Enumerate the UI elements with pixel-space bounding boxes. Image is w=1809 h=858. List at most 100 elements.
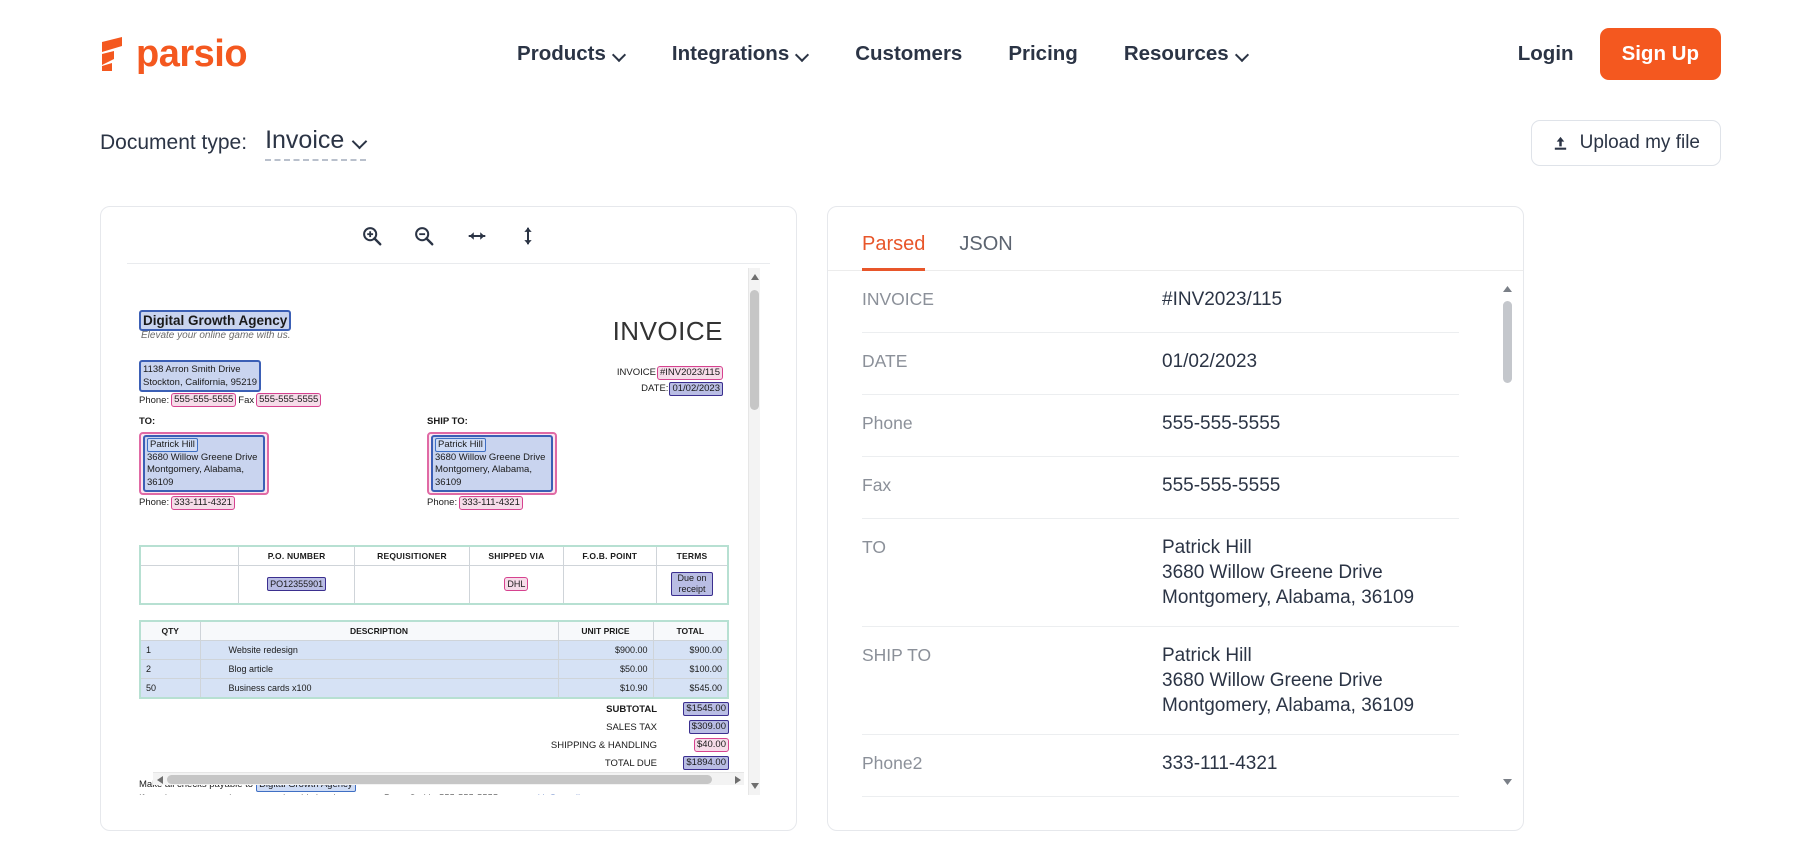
item-description: Business cards x100 [201, 681, 558, 695]
nav-label-customers: Customers [855, 42, 962, 66]
item-qty-cell: 1 [140, 641, 200, 660]
ship-to-street: 3680 Willow Greene Drive [435, 452, 549, 465]
shipped-via-value: DHL [504, 577, 528, 591]
fit-width-icon[interactable] [465, 227, 489, 245]
sender-city: Stockton, California, 95219 [143, 376, 257, 389]
upload-file-button[interactable]: Upload my file [1531, 120, 1721, 166]
invoice-company-name: Digital Growth Agency [139, 310, 291, 331]
ship-to-name: Patrick Hill [435, 438, 486, 452]
item-description: Website redesign [201, 643, 558, 657]
document-vertical-scrollbar[interactable] [748, 268, 760, 795]
upload-file-label: Upload my file [1580, 132, 1700, 154]
ship-to-heading: SHIP TO: [427, 416, 557, 429]
po-table-body-row: PO12355901 DHL Due on receipt [140, 566, 728, 604]
result-value: 555-555-5555 [1162, 411, 1280, 436]
document-canvas[interactable]: Digital Growth Agency Elevate your onlin… [127, 268, 760, 795]
item-qty-cell: 2 [140, 660, 200, 679]
items-header-row: QTY DESCRIPTION UNIT PRICE TOTAL [140, 621, 728, 641]
document-horizontal-scrollbar[interactable] [153, 772, 744, 785]
scroll-up-arrow-icon[interactable] [749, 270, 760, 284]
results-scrollbar[interactable] [1502, 283, 1513, 788]
result-row: TO Patrick Hill 3680 Willow Greene Drive… [862, 519, 1459, 627]
fit-height-icon[interactable] [519, 224, 537, 248]
result-key: Phone2 [862, 751, 1162, 776]
invoice-totals: SUBTOTAL $1545.00 SALES TAX $309.00 SHIP… [551, 700, 729, 772]
tab-json[interactable]: JSON [959, 233, 1012, 271]
nav-item-integrations[interactable]: Integrations [672, 42, 809, 66]
tab-parsed[interactable]: Parsed [862, 233, 925, 271]
item-unit-price: $10.90 [559, 681, 653, 695]
result-key: DATE [862, 349, 1162, 374]
sender-phone-value: 555-555-5555 [171, 393, 236, 407]
scroll-right-arrow-icon[interactable] [731, 773, 744, 786]
footer-email-link[interactable]: petersmith@email.com [503, 793, 600, 795]
result-key: SHIP TO [862, 643, 1162, 668]
results-scroll-thumb[interactable] [1503, 301, 1512, 383]
nav-item-products[interactable]: Products [517, 42, 626, 66]
ship-to-city: Montgomery, Alabama, 36109 [435, 464, 549, 489]
result-row: INVOICE #INV2023/115 [862, 271, 1459, 333]
results-scroll-down-icon[interactable] [1502, 776, 1513, 788]
item-qty: 1 [141, 643, 200, 657]
workspace: Digital Growth Agency Elevate your onlin… [0, 206, 1809, 831]
po-table-header-row: P.O. NUMBER REQUISITIONER SHIPPED VIA F.… [140, 546, 728, 566]
result-row: DATE 01/02/2023 [862, 333, 1459, 395]
upload-icon [1552, 135, 1569, 152]
po-number-value: PO12355901 [267, 577, 326, 591]
chevron-down-icon [353, 136, 366, 145]
signup-button[interactable]: Sign Up [1600, 28, 1721, 80]
zoom-out-icon[interactable] [413, 225, 435, 247]
ship-to-phone-value: 333-111-4321 [459, 496, 523, 510]
item-description: Blog article [201, 662, 558, 676]
results-scroll-area[interactable]: INVOICE #INV2023/115 DATE 01/02/2023 Pho… [828, 271, 1523, 806]
scroll-down-arrow-icon[interactable] [749, 779, 760, 793]
document-scroll-area: Digital Growth Agency Elevate your onlin… [127, 268, 770, 795]
sender-phone-label: Phone: [139, 394, 169, 407]
shipping-cell: $40.00 [667, 736, 729, 754]
nav-item-customers[interactable]: Customers [855, 42, 962, 66]
salestax-cell: $309.00 [667, 718, 729, 736]
result-row: SHIP TO Patrick Hill 3680 Willow Greene … [862, 627, 1459, 735]
po-cell-shipped-via: DHL [470, 566, 563, 604]
po-header-po-number: P.O. NUMBER [239, 546, 354, 566]
footer-contact-text: If you have any questions concerning thi… [139, 793, 503, 795]
po-cell-blank [140, 566, 239, 604]
nav-item-resources[interactable]: Resources [1124, 42, 1249, 66]
zoom-in-icon[interactable] [361, 225, 383, 247]
item-total: $545.00 [654, 681, 728, 695]
scroll-left-arrow-icon[interactable] [153, 773, 166, 786]
item-qty: 2 [141, 662, 200, 676]
item-description-cell: Business cards x100 [200, 679, 558, 698]
results-scroll-up-icon[interactable] [1502, 283, 1513, 295]
invoice-title: INVOICE [613, 316, 723, 347]
results-tabs: Parsed JSON [828, 207, 1523, 271]
invoice-tagline: Elevate your online game with us. [141, 330, 291, 341]
invoice-number-label: INVOICE [617, 366, 656, 380]
result-key: TO [862, 535, 1162, 560]
document-type-select[interactable]: Invoice [265, 126, 366, 161]
result-key: INVOICE [862, 287, 1162, 312]
main-navigation: Products Integrations Customers Pricing … [517, 42, 1249, 66]
result-key: Fax [862, 473, 1162, 498]
invoice-ship-to-block: SHIP TO: Patrick Hill 3680 Willow Greene… [427, 416, 557, 510]
salestax-label: SALES TAX [551, 718, 667, 736]
invoice-date-value: 01/02/2023 [669, 382, 723, 396]
invoice-bill-to-block: TO: Patrick Hill 3680 Willow Greene Driv… [139, 416, 269, 510]
items-row: 2 Blog article $50.00 $100.00 [140, 660, 728, 679]
sender-street: 1138 Arron Smith Drive [143, 363, 257, 376]
nav-item-pricing[interactable]: Pricing [1008, 42, 1078, 66]
result-row: Phone 555-555-5555 [862, 395, 1459, 457]
parsio-logo-mark [100, 35, 130, 73]
terms-value: Due on receipt [671, 572, 713, 596]
parsio-logo[interactable]: parsio [100, 35, 247, 73]
result-value: #INV2023/115 [1162, 287, 1282, 312]
bill-to-heading: TO: [139, 416, 269, 429]
login-link[interactable]: Login [1518, 42, 1574, 66]
item-description-cell: Website redesign [200, 641, 558, 660]
document-horizontal-scroll-thumb[interactable] [167, 775, 712, 784]
bill-to-city: Montgomery, Alabama, 36109 [147, 464, 261, 489]
invoice-number-value: #INV2023/115 [657, 366, 723, 380]
item-total: $900.00 [654, 643, 728, 657]
document-toolbar [101, 207, 796, 255]
document-vertical-scroll-thumb[interactable] [750, 290, 759, 410]
